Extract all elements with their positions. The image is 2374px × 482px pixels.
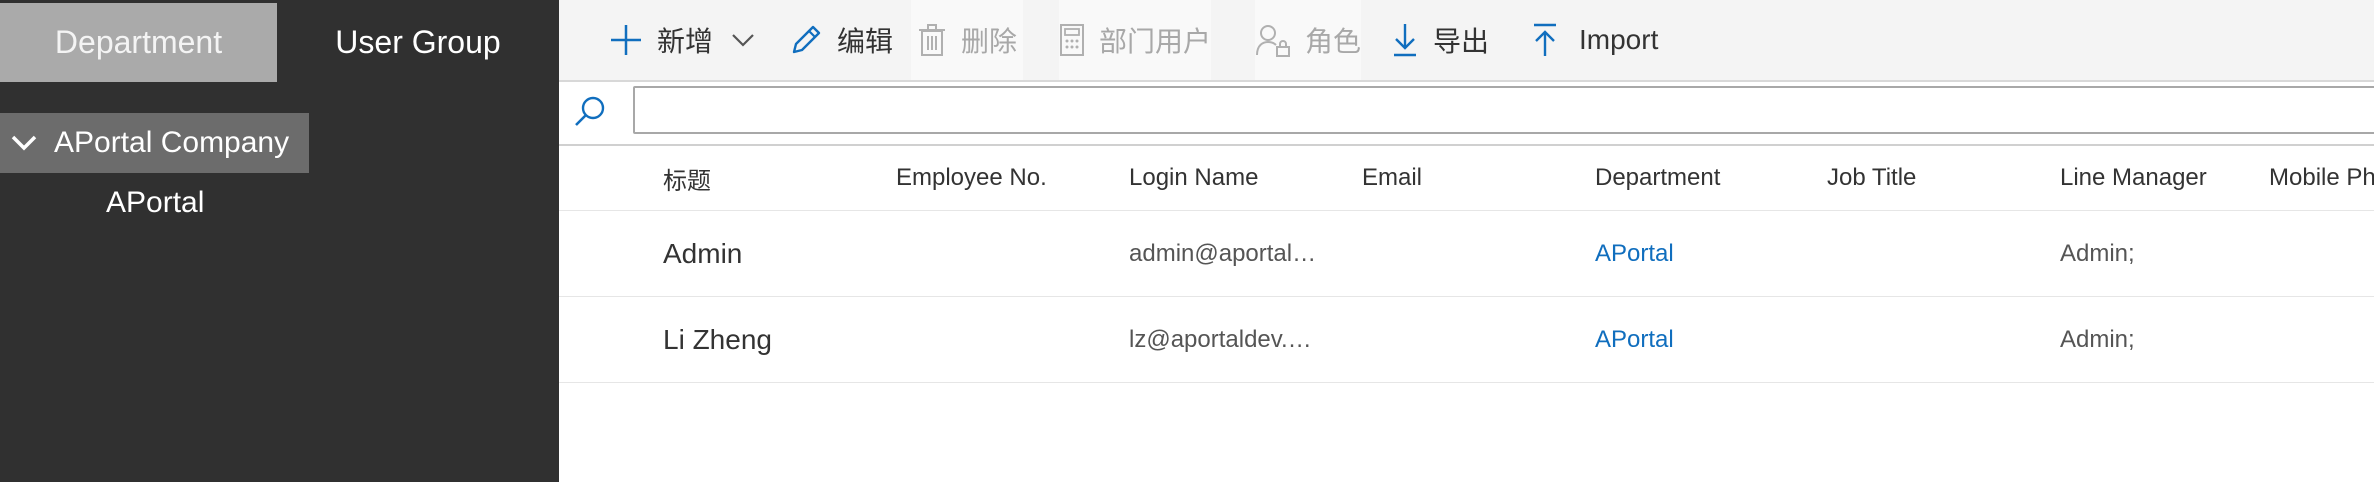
- edit-button[interactable]: 编辑: [789, 0, 893, 80]
- cell-line-manager: Admin;: [2060, 239, 2135, 267]
- delete-button[interactable]: 删除: [911, 0, 1024, 80]
- cell-department-link[interactable]: APortal: [1595, 297, 1674, 382]
- role-button[interactable]: 角色: [1255, 0, 1362, 80]
- tree-node-aportal[interactable]: APortal: [106, 186, 204, 220]
- table-header: 标题 Employee No. Login Name Email Departm…: [559, 146, 2374, 211]
- pencil-icon: [789, 23, 823, 57]
- plus-icon: [609, 23, 643, 57]
- column-header-employee-no[interactable]: Employee No.: [896, 146, 1047, 210]
- column-header-email[interactable]: Email: [1362, 146, 1422, 210]
- import-button-label: Import: [1579, 24, 1659, 55]
- search-bar: [559, 82, 2374, 146]
- users-table: 标题 Employee No. Login Name Email Departm…: [559, 146, 2374, 383]
- cell-line-manager: Admin;: [2060, 325, 2135, 353]
- tab-user-group[interactable]: User Group: [277, 3, 559, 82]
- tab-department[interactable]: Department: [0, 3, 277, 82]
- tree-node-label: APortal Company: [54, 126, 290, 159]
- export-button-label: 导出: [1433, 26, 1490, 57]
- search-button[interactable]: [565, 88, 615, 138]
- table-row[interactable]: Li Zheng lz@aportaldev.… APortal Admin;: [559, 297, 2374, 383]
- role-button-label: 角色: [1305, 26, 1362, 57]
- toolbar: 新增 编辑 删除 部门用户 角色 导出 Import: [559, 0, 2374, 82]
- search-input[interactable]: [633, 86, 2374, 134]
- import-button[interactable]: Import: [1531, 0, 1658, 80]
- search-icon: [573, 94, 607, 133]
- table-row[interactable]: Admin admin@aportal… APortal Admin;: [559, 211, 2374, 297]
- cell-login-name: admin@aportal…: [1129, 239, 1317, 267]
- arrow-up-icon: [1531, 22, 1559, 58]
- cell-title[interactable]: Admin: [663, 211, 742, 296]
- edit-button-label: 编辑: [837, 26, 894, 57]
- department-users-button[interactable]: 部门用户: [1059, 0, 1212, 80]
- department-users-label: 部门用户: [1099, 26, 1212, 57]
- cell-login-name: lz@aportaldev.…: [1129, 325, 1312, 353]
- column-header-login-name[interactable]: Login Name: [1129, 146, 1258, 210]
- column-header-title[interactable]: 标题: [663, 146, 711, 210]
- column-header-department[interactable]: Department: [1595, 146, 1720, 210]
- column-header-line-manager[interactable]: Line Manager: [2060, 146, 2207, 210]
- delete-button-label: 删除: [961, 26, 1018, 57]
- cell-department-link[interactable]: APortal: [1595, 211, 1674, 296]
- sidebar: Department User Group APortal Company AP…: [0, 0, 559, 482]
- export-button[interactable]: 导出: [1391, 0, 1489, 80]
- new-button-label: 新增: [657, 26, 714, 57]
- trash-icon: [917, 23, 947, 57]
- main-panel: 新增 编辑 删除 部门用户 角色 导出 Import 标题 Employee N…: [559, 0, 2374, 482]
- tree-node-aportal-company[interactable]: APortal Company: [0, 113, 309, 173]
- sidebar-tabs: Department User Group: [0, 3, 559, 82]
- chevron-down-icon[interactable]: [2, 113, 46, 173]
- calculator-icon: [1059, 23, 1085, 57]
- chevron-down-icon[interactable]: [731, 33, 755, 47]
- cell-title[interactable]: Li Zheng: [663, 297, 772, 382]
- arrow-down-icon: [1391, 22, 1419, 58]
- user-lock-icon: [1255, 23, 1291, 57]
- column-header-mobile-phone[interactable]: Mobile Ph: [2269, 146, 2374, 210]
- new-button[interactable]: 新增: [609, 0, 755, 80]
- column-header-job-title[interactable]: Job Title: [1827, 146, 1916, 210]
